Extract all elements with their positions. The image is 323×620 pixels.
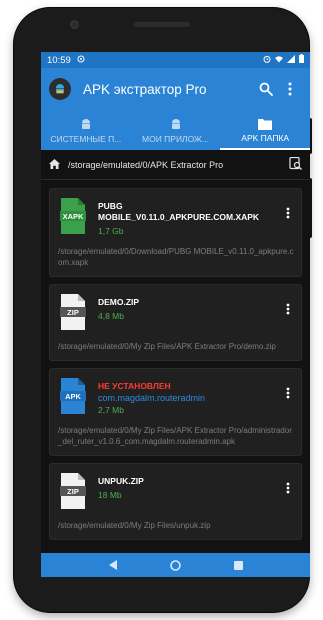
app-logo-icon: [49, 78, 71, 100]
svg-text:ZIP: ZIP: [67, 487, 79, 496]
search-icon: [259, 82, 273, 96]
search-button[interactable]: [254, 77, 278, 101]
file-size: 2,7 Mb: [98, 405, 124, 415]
file-card[interactable]: APK НЕ УСТАНОВЛЕН com.magdalm.routeradmi…: [49, 368, 302, 456]
folder-search-icon: [289, 156, 302, 170]
more-options-button[interactable]: [278, 77, 302, 101]
svg-text:APK: APK: [65, 392, 81, 401]
battery-icon: [299, 54, 304, 66]
screen: 10:59 APK экстрактор Pro СИСТЕМНЫЕ П... …: [41, 52, 310, 577]
zip-file-icon: ZIP: [60, 473, 86, 509]
home-icon: [49, 158, 60, 169]
file-menu-button[interactable]: [281, 299, 295, 319]
apk-file-icon: APK: [60, 378, 86, 414]
file-name: UNPUK.ZIP: [98, 476, 144, 486]
tab-label: СИСТЕМНЫЕ П...: [50, 133, 122, 144]
alarm-icon: [263, 55, 271, 66]
file-size: 1,7 Gb: [98, 226, 124, 236]
tab-label: APK ПАПКА: [241, 132, 290, 143]
phone-frame: 10:59 APK экстрактор Pro СИСТЕМНЫЕ П... …: [14, 8, 312, 612]
wifi-icon: [275, 55, 283, 66]
signal-icon: [287, 54, 295, 66]
file-card[interactable]: ZIP UNPUK.ZIP 18 Mb /storage/emulated/0/…: [49, 463, 302, 540]
package-name: com.magdalm.routeradmin: [98, 393, 206, 403]
folder-search-button[interactable]: [289, 156, 302, 172]
back-triangle-icon: [108, 560, 117, 570]
current-path: /storage/emulated/0/APK Extractor Pro: [68, 159, 224, 170]
tab-system-apps[interactable]: СИСТЕМНЫЕ П...: [41, 110, 131, 150]
app-toolbar: APK экстрактор Pro: [41, 68, 310, 110]
file-name: PUBG MOBILE_V0.11.0_APKPURE.COM.XAPK: [98, 201, 260, 222]
svg-text:XAPK: XAPK: [63, 212, 84, 221]
tab-label: МОИ ПРИЛОЖ...: [142, 133, 209, 144]
more-vert-icon: [286, 207, 290, 219]
nav-recents-button[interactable]: [229, 555, 249, 575]
file-name: DEMO.ZIP: [98, 297, 140, 307]
file-path: /storage/emulated/0/My Zip Files/APK Ext…: [58, 426, 292, 446]
more-vert-icon: [286, 387, 290, 399]
file-card[interactable]: ZIP DEMO.ZIP 4,8 Mb /storage/emulated/0/…: [49, 284, 302, 361]
file-size: 18 Mb: [98, 490, 122, 500]
status-bar: 10:59: [41, 52, 310, 68]
zip-file-icon: ZIP: [60, 294, 86, 330]
tab-apk-folder[interactable]: APK ПАПКА: [220, 110, 310, 150]
nav-back-button[interactable]: [103, 555, 123, 575]
front-camera: [70, 20, 79, 29]
xapk-file-icon: XAPK: [60, 198, 86, 234]
more-vert-icon: [286, 482, 290, 494]
tab-my-apps[interactable]: МОИ ПРИЛОЖ...: [131, 110, 221, 150]
nav-home-button[interactable]: [166, 555, 186, 575]
file-menu-button[interactable]: [281, 478, 295, 498]
app-title: APK экстрактор Pro: [83, 81, 207, 97]
svg-text:ZIP: ZIP: [67, 308, 79, 317]
not-installed-label: НЕ УСТАНОВЛЕН: [98, 381, 171, 391]
file-path: /storage/emulated/0/My Zip Files/unpuk.z…: [58, 521, 211, 530]
recents-square-icon: [234, 560, 243, 570]
status-time: 10:59: [47, 54, 71, 66]
android-icon: [81, 118, 90, 129]
file-list: XAPK PUBG MOBILE_V0.11.0_APKPURE.COM.XAP…: [41, 180, 310, 540]
folder-icon: [258, 118, 273, 130]
file-menu-button[interactable]: [281, 203, 295, 223]
home-button[interactable]: [49, 158, 60, 171]
tab-bar: СИСТЕМНЫЕ П... МОИ ПРИЛОЖ... APK ПАПКА: [41, 110, 310, 150]
path-bar: /storage/emulated/0/APK Extractor Pro: [41, 150, 310, 180]
more-vert-icon: [288, 82, 292, 96]
file-menu-button[interactable]: [281, 383, 295, 403]
earpiece-speaker: [133, 22, 190, 27]
notification-icon: [77, 55, 85, 66]
more-vert-icon: [286, 303, 290, 315]
file-size: 4,8 Mb: [98, 311, 124, 321]
file-card[interactable]: XAPK PUBG MOBILE_V0.11.0_APKPURE.COM.XAP…: [49, 188, 302, 277]
home-circle-icon: [170, 559, 181, 571]
android-icon: [171, 118, 180, 129]
system-nav-bar: [41, 553, 310, 577]
file-path: /storage/emulated/0/My Zip Files/APK Ext…: [58, 342, 276, 351]
file-path: /storage/emulated/0/Download/PUBG MOBILE…: [58, 247, 294, 267]
